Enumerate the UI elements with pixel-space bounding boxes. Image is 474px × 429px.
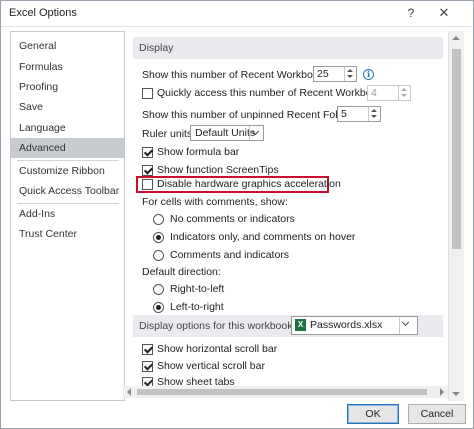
horizontal-scroll-label: Show horizontal scroll bar: [157, 343, 278, 355]
quick-access-label: Quickly access this number of Recent Wor…: [157, 87, 391, 99]
nav-item-language[interactable]: Language: [11, 118, 124, 138]
radio-right-to-left[interactable]: [153, 284, 164, 295]
ok-button[interactable]: OK: [347, 404, 399, 424]
vertical-scrollbar[interactable]: [448, 31, 464, 401]
direction-group-label: Default direction:: [142, 266, 221, 278]
scroll-down-icon[interactable]: [452, 392, 460, 396]
unpinned-folders-label: Show this number of unpinned Recent Fold…: [142, 109, 361, 121]
help-icon[interactable]: ?: [401, 4, 421, 22]
spin-down-icon[interactable]: [401, 94, 407, 97]
spin-down-icon[interactable]: [347, 75, 353, 78]
options-nav: General Formulas Proofing Save Language …: [10, 31, 125, 401]
radio-comments-and-indicators[interactable]: [153, 250, 164, 261]
nav-item-advanced[interactable]: Advanced: [11, 138, 124, 158]
radio-left-to-right-label: Left-to-right: [170, 301, 224, 313]
cancel-button[interactable]: Cancel: [408, 404, 466, 424]
comments-group-label: For cells with comments, show:: [142, 196, 288, 208]
unpinned-folders-stepper[interactable]: 5: [337, 106, 381, 122]
chevron-down-icon: [249, 126, 263, 140]
ruler-units-label: Ruler units: [142, 128, 193, 140]
scroll-right-icon[interactable]: [440, 388, 444, 396]
quick-access-checkbox[interactable]: [142, 88, 153, 99]
close-icon[interactable]: ✕: [431, 4, 457, 22]
radio-comments-and-indicators-label: Comments and indicators: [170, 249, 290, 261]
horizontal-scroll-checkbox[interactable]: [142, 344, 153, 355]
show-formula-bar-label: Show formula bar: [157, 146, 240, 158]
scroll-thumb[interactable]: [137, 389, 427, 395]
nav-item-customize-ribbon[interactable]: Customize Ribbon: [11, 161, 124, 181]
recent-workbooks-stepper[interactable]: 25: [313, 66, 357, 82]
nav-item-proofing[interactable]: Proofing: [11, 77, 124, 97]
show-formula-bar-checkbox[interactable]: [142, 147, 153, 158]
radio-no-comments-label: No comments or indicators: [170, 213, 295, 225]
nav-item-add-ins[interactable]: Add-Ins: [11, 204, 124, 224]
quick-access-stepper[interactable]: 4: [367, 85, 411, 101]
excel-options-dialog: Excel Options ? ✕ General Formulas Proof…: [0, 0, 474, 429]
scroll-left-icon[interactable]: [127, 388, 131, 396]
show-screentips-checkbox[interactable]: [142, 165, 153, 176]
nav-item-formulas[interactable]: Formulas: [11, 57, 124, 77]
chevron-down-icon: [399, 317, 417, 334]
recent-workbooks-label: Show this number of Recent Workbooks:: [142, 69, 333, 81]
spin-up-icon[interactable]: [371, 109, 377, 112]
advanced-options-panel: Display Show this number of Recent Workb…: [123, 31, 464, 401]
ruler-units-dropdown[interactable]: Default Units: [190, 125, 264, 141]
vertical-scroll-label: Show vertical scroll bar: [157, 360, 265, 372]
nav-item-save[interactable]: Save: [11, 97, 124, 117]
excel-file-icon: X: [295, 319, 306, 331]
info-icon[interactable]: i: [363, 69, 374, 80]
radio-left-to-right[interactable]: [153, 302, 164, 313]
nav-item-general[interactable]: General: [11, 36, 124, 56]
disable-hw-accel-label: Disable hardware graphics acceleration: [157, 178, 341, 190]
nav-item-quick-access-toolbar[interactable]: Quick Access Toolbar: [11, 181, 124, 201]
radio-indicators-only[interactable]: [153, 232, 164, 243]
spin-down-icon[interactable]: [371, 115, 377, 118]
show-screentips-label: Show function ScreenTips: [157, 164, 279, 176]
workbook-dropdown[interactable]: X Passwords.xlsx: [291, 316, 418, 335]
title-bar: Excel Options ? ✕: [1, 1, 473, 27]
spin-up-icon[interactable]: [347, 69, 353, 72]
disable-hw-accel-checkbox[interactable]: [142, 179, 153, 190]
scroll-thumb[interactable]: [452, 49, 461, 249]
scroll-up-icon[interactable]: [452, 36, 460, 40]
horizontal-scrollbar[interactable]: [123, 386, 448, 398]
dialog-title: Excel Options: [9, 7, 77, 19]
section-header-display: Display: [133, 37, 443, 59]
radio-indicators-only-label: Indicators only, and comments on hover: [170, 231, 356, 243]
radio-right-to-left-label: Right-to-left: [170, 283, 225, 295]
radio-no-comments[interactable]: [153, 214, 164, 225]
spin-up-icon[interactable]: [401, 88, 407, 91]
nav-item-trust-center[interactable]: Trust Center: [11, 224, 124, 244]
vertical-scroll-checkbox[interactable]: [142, 361, 153, 372]
